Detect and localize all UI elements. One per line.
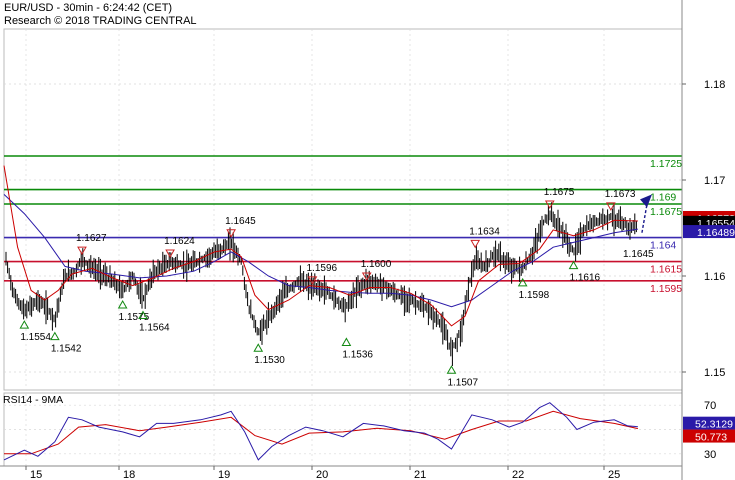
chart-title: EUR/USD - 30min - 6:24:42 (CET) [4,2,172,14]
x-tick-label: 21 [414,469,426,480]
copyright-text: Research © 2018 TRADING CENTRAL [4,15,197,27]
trough-label: 1.1554 [20,332,51,343]
rsi-tick-label: 70 [704,400,716,412]
x-tick-label: 25 [608,469,620,480]
trough-label: 1.1598 [519,290,550,301]
rsi-value-label: 50.773 [695,432,727,444]
level-label-resistance: 1.1675 [650,206,682,218]
peak-label: 1.1596 [306,263,337,274]
peak-label: 1.1627 [76,233,107,244]
trough-label: 1.1564 [139,323,170,334]
level-label-resistance: 1.1725 [650,158,682,170]
y-tick-label: 1.16 [704,271,725,283]
x-tick-label: 22 [512,469,524,480]
x-tick-label: 18 [123,469,135,480]
level-label-resistance: 1.169 [650,192,676,204]
trough-label: 1.1542 [51,344,82,355]
current-value-label: 1.16489 [697,227,735,239]
trough-label: 1.1507 [447,377,478,388]
y-tick-label: 1.18 [704,79,725,91]
x-tick-label: 15 [30,469,42,480]
trough-label: 1.1575 [119,312,150,323]
peak-label: 1.1675 [544,187,575,198]
peak-label: 1.1624 [164,236,195,247]
y-tick-label: 1.15 [704,367,725,379]
price-chart: 1.17251.1691.16751.1641.16151.15951.1645… [0,0,735,480]
price-panel [3,28,683,391]
rsi-value-label: 52.3129 [695,419,733,431]
x-tick-label: 20 [316,469,328,480]
indicator-title: RSI14 - 9MA [3,394,63,406]
peak-label: 1.1634 [469,226,500,237]
peak-label: 1.1645 [225,216,256,227]
peak-label: 1.1673 [605,189,636,200]
level-label-support: 1.1615 [650,264,682,276]
trough-label: 1.1536 [342,349,373,360]
trough-label: 1.1530 [254,355,285,366]
level-note: 1.1645 [623,249,654,260]
y-tick-label: 1.17 [704,175,725,187]
rsi-tick-label: 30 [704,449,716,461]
trough-label: 1.1616 [570,273,601,284]
level-label-support: 1.1595 [650,283,682,295]
x-tick-label: 19 [218,469,230,480]
level-label-pivot: 1.164 [650,240,676,252]
peak-label: 1.1600 [361,259,392,270]
